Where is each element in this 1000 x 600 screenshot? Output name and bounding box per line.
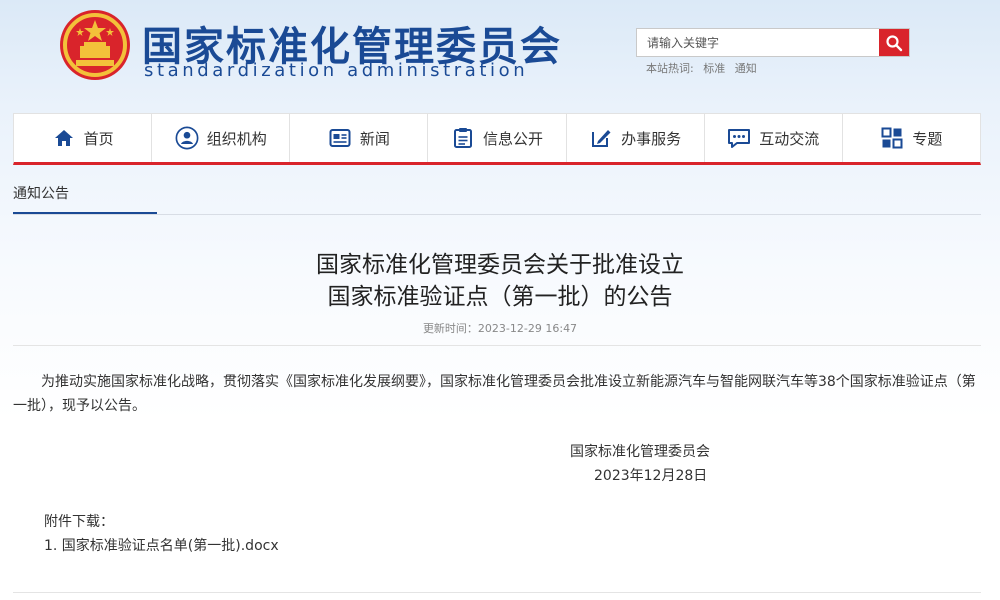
attachments-title: 附件下载： bbox=[44, 514, 114, 530]
nav-item-services[interactable]: 办事服务 bbox=[567, 114, 705, 162]
hot-words: 本站热词: 标准 通知 bbox=[646, 60, 763, 76]
attachment-link[interactable]: 1. 国家标准验证点名单(第一批).docx bbox=[44, 535, 279, 555]
hot-word-link[interactable]: 通知 bbox=[735, 62, 757, 75]
nav-item-interaction[interactable]: 互动交流 bbox=[705, 114, 843, 162]
signature-organization: 国家标准化管理委员会 bbox=[570, 444, 710, 460]
nav-item-label: 办事服务 bbox=[621, 129, 682, 148]
nav-item-label: 互动交流 bbox=[759, 129, 820, 148]
divider bbox=[13, 345, 981, 346]
national-emblem-icon bbox=[58, 8, 132, 82]
hot-words-label: 本站热词: bbox=[646, 62, 694, 75]
hot-word-link[interactable]: 标准 bbox=[703, 62, 725, 75]
nav-item-label: 新闻 bbox=[359, 129, 390, 148]
search-input[interactable] bbox=[637, 29, 879, 56]
person-icon bbox=[175, 126, 199, 150]
article-title-line2: 国家标准验证点（第一批）的公告 bbox=[327, 284, 673, 310]
search-icon bbox=[886, 34, 903, 51]
nav-item-info-disclosure[interactable]: 信息公开 bbox=[428, 114, 567, 162]
nav-item-label: 专题 bbox=[912, 129, 943, 148]
divider bbox=[13, 214, 981, 215]
nav-item-organization[interactable]: 组织机构 bbox=[152, 114, 291, 162]
main-nav: 首页 组织机构 新闻 信息公开 办事服务 互动交流 专题 bbox=[13, 113, 981, 165]
nav-item-home[interactable]: 首页 bbox=[14, 114, 153, 162]
nav-item-topics[interactable]: 专题 bbox=[843, 114, 980, 162]
update-time: 更新时间：2023-12-29 16:47 bbox=[422, 322, 578, 335]
edit-icon bbox=[589, 126, 613, 150]
article-body: 为推动实施国家标准化战略，贯彻落实《国家标准化发展纲要》，国家标准化管理委员会批… bbox=[13, 374, 976, 414]
divider bbox=[13, 592, 981, 593]
home-icon bbox=[52, 126, 76, 150]
search-bar bbox=[636, 28, 910, 57]
nav-item-label: 首页 bbox=[83, 129, 114, 148]
article-title-line1: 国家标准化管理委员会关于批准设立 bbox=[316, 252, 684, 278]
search-button[interactable] bbox=[879, 29, 909, 56]
site-header: 国家标准化管理委员会 standardization administratio… bbox=[0, 0, 1000, 110]
chat-icon bbox=[727, 126, 751, 150]
nav-item-label: 组织机构 bbox=[206, 129, 267, 148]
newspaper-icon bbox=[328, 126, 352, 150]
signature-date: 2023年12月28日 bbox=[594, 468, 708, 484]
nav-item-news[interactable]: 新闻 bbox=[290, 114, 429, 162]
section-tab-notices[interactable]: 通知公告 bbox=[13, 183, 69, 203]
document-icon bbox=[451, 126, 475, 150]
topic-icon bbox=[880, 126, 904, 150]
site-subtitle: standardization administration bbox=[144, 60, 529, 81]
nav-item-label: 信息公开 bbox=[482, 129, 543, 148]
